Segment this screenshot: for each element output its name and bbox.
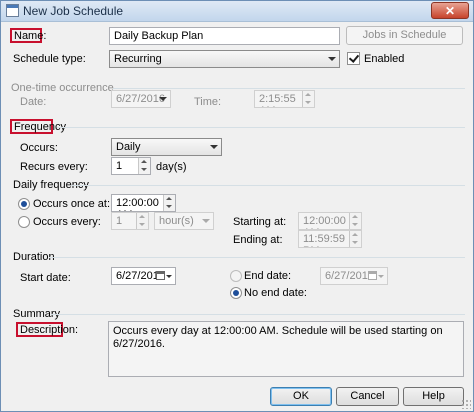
start-date-picker[interactable]: 6/27/2016	[111, 267, 176, 285]
cancel-button[interactable]: Cancel	[336, 387, 399, 406]
schedule-type-label: Schedule type:	[13, 53, 86, 65]
recurs-every-label: Recurs every:	[20, 161, 88, 173]
chevron-down-icon	[378, 275, 384, 278]
chevron-down-icon	[166, 275, 172, 278]
end-date-label: End date:	[244, 270, 292, 282]
starting-at-value: 12:00:00 AM	[303, 215, 346, 229]
starting-at-input[interactable]: 12:00:00 AM	[298, 212, 362, 230]
occurs-once-label: Occurs once at:	[33, 198, 111, 210]
jobs-in-schedule-button[interactable]: Jobs in Schedule	[346, 26, 463, 45]
resize-grip-icon[interactable]	[461, 399, 471, 409]
occurs-once-radio[interactable]	[18, 198, 30, 210]
occurs-every-value: 1	[116, 215, 123, 227]
chevron-down-icon	[159, 97, 167, 101]
name-input[interactable]: Daily Backup Plan	[109, 27, 340, 45]
window-title: New Job Schedule	[23, 4, 124, 18]
chevron-down-icon	[328, 57, 336, 61]
occurs-every-unit-select[interactable]: hour(s)	[154, 212, 214, 230]
chevron-down-icon	[210, 145, 218, 149]
description-text: Occurs every day at 12:00:00 AM. Schedul…	[108, 321, 464, 377]
ok-button[interactable]: OK	[270, 387, 332, 406]
start-date-label: Start date:	[20, 272, 71, 284]
ending-at-value: 11:59:59 PM	[303, 233, 346, 247]
spinner-icon[interactable]	[302, 91, 314, 107]
one-time-time-value: 2:15:55 AM	[259, 93, 296, 107]
help-button[interactable]: Help	[403, 387, 464, 406]
occurs-once-time-value: 12:00:00 AM	[116, 197, 159, 211]
recurs-every-value: 1	[116, 160, 123, 172]
enabled-checkbox[interactable]	[347, 52, 360, 65]
end-date-picker[interactable]: 6/27/2016	[320, 267, 388, 285]
name-label: Name:	[14, 30, 47, 42]
close-button[interactable]: ✕	[431, 2, 469, 19]
one-time-date-label: Date:	[20, 96, 47, 108]
summary-divider	[51, 314, 465, 315]
spinner-icon[interactable]	[163, 195, 175, 211]
occurs-once-time-input[interactable]: 12:00:00 AM	[111, 194, 176, 212]
occurs-every-radio[interactable]	[18, 216, 30, 228]
one-time-time-input[interactable]: 2:15:55 AM	[254, 90, 315, 108]
spinner-icon[interactable]	[136, 213, 148, 229]
schedule-type-select[interactable]: Recurring	[109, 50, 340, 68]
description-label: Description:	[20, 324, 79, 336]
occurs-every-label: Occurs every:	[33, 216, 101, 228]
one-time-section-title: One-time occurrence	[11, 82, 114, 94]
occurs-value: Daily	[116, 141, 141, 153]
end-date-value: 6/27/2016	[325, 270, 374, 282]
calendar-icon[interactable]	[156, 271, 165, 280]
spinner-icon[interactable]	[349, 213, 361, 229]
recurs-every-input[interactable]: 1	[111, 157, 151, 175]
duration-divider	[49, 257, 465, 258]
chevron-down-icon	[202, 219, 210, 223]
no-end-date-label: No end date:	[244, 287, 307, 299]
ending-at-label: Ending at:	[233, 234, 283, 246]
spinner-icon[interactable]	[138, 158, 150, 174]
enabled-label: Enabled	[364, 53, 405, 65]
new-job-schedule-dialog: New Job Schedule ✕ Name: Daily Backup Pl…	[0, 0, 474, 412]
occurs-every-unit-value: hour(s)	[159, 215, 194, 227]
no-end-date-radio[interactable]	[230, 287, 242, 299]
one-time-divider	[113, 88, 465, 89]
one-time-date-value: 6/27/2016	[116, 93, 165, 105]
calendar-icon[interactable]	[368, 271, 377, 280]
window-icon	[6, 4, 19, 17]
title-bar[interactable]: New Job Schedule ✕	[1, 1, 473, 22]
ending-at-input[interactable]: 11:59:59 PM	[298, 230, 362, 248]
spinner-icon[interactable]	[349, 231, 361, 247]
one-time-time-label: Time:	[194, 96, 222, 108]
schedule-type-value: Recurring	[114, 53, 162, 65]
occurs-select[interactable]: Daily	[111, 138, 222, 156]
daily-frequency-divider	[71, 185, 465, 186]
frequency-divider	[57, 127, 465, 128]
end-date-radio[interactable]	[230, 270, 242, 282]
occurs-every-input[interactable]: 1	[111, 212, 149, 230]
recurs-unit-label: day(s)	[156, 161, 187, 173]
one-time-date-picker[interactable]: 6/27/2016	[111, 90, 171, 108]
occurs-label: Occurs:	[20, 142, 58, 154]
starting-at-label: Starting at:	[233, 216, 287, 228]
